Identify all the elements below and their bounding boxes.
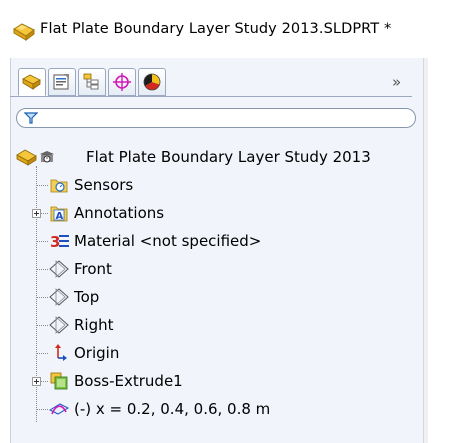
- manager-tabbar: »: [10, 67, 412, 103]
- tree-root-label: Flat Plate Boundary Layer Study 2013: [86, 148, 371, 166]
- tab-configuration-manager[interactable]: [78, 68, 106, 96]
- plane-icon: [49, 288, 69, 306]
- plane-icon: [49, 260, 69, 278]
- tree-item-boss-extrude[interactable]: Boss-Extrude1: [44, 370, 424, 392]
- tree-item-right-plane[interactable]: Right: [44, 314, 424, 336]
- dimxpert-icon: [113, 73, 131, 91]
- tree-item-label: (-) x = 0.2, 0.4, 0.6, 0.8 m: [74, 400, 271, 418]
- tab-property-manager[interactable]: [48, 68, 76, 96]
- history-icon: [40, 151, 54, 163]
- tree-item-top-plane[interactable]: Top: [44, 286, 424, 308]
- tab-display-manager[interactable]: [138, 68, 166, 96]
- svg-text:3: 3: [50, 233, 60, 250]
- property-manager-icon: [53, 74, 69, 90]
- tree-item-label: Front: [74, 260, 112, 278]
- tree-item-sketch[interactable]: (-) x = 0.2, 0.4, 0.6, 0.8 m: [44, 398, 424, 420]
- tree-item-label: Origin: [74, 344, 120, 362]
- tab-feature-manager[interactable]: [18, 68, 46, 96]
- configuration-manager-icon: [83, 73, 99, 90]
- tree-item-label: Annotations: [74, 204, 165, 222]
- tree-item-origin[interactable]: Origin: [44, 342, 424, 364]
- tree-item-label: Material <not specified>: [74, 232, 262, 250]
- tab-baseline: [10, 96, 412, 97]
- feature-manager-icon: [22, 74, 41, 90]
- plane-icon: [49, 316, 69, 334]
- sketch-icon: [48, 403, 70, 415]
- display-manager-icon: [143, 73, 161, 91]
- material-icon: 3: [50, 233, 69, 250]
- tree-item-sensors[interactable]: Sensors: [44, 174, 424, 196]
- feature-filter-input[interactable]: [16, 108, 416, 128]
- tab-dimxpert-manager[interactable]: [108, 68, 136, 96]
- tree-item-label: Sensors: [74, 176, 134, 194]
- part-document-icon: [12, 21, 36, 41]
- sensors-icon: [50, 179, 68, 193]
- tree-item-label: Boss-Extrude1: [74, 372, 183, 390]
- expand-toggle[interactable]: [32, 377, 41, 386]
- boss-extrude-icon: [50, 372, 68, 390]
- tabs-overflow-chevron[interactable]: »: [392, 73, 401, 91]
- tree-item-front-plane[interactable]: Front: [44, 258, 424, 280]
- svg-text:A: A: [56, 211, 64, 222]
- origin-icon: [55, 344, 67, 361]
- tree-item-label: Right: [74, 316, 114, 334]
- part-icon: [16, 149, 37, 166]
- annotations-icon: A: [50, 206, 68, 222]
- funnel-icon: [24, 112, 38, 124]
- tree-item-annotations[interactable]: A Annotations: [44, 202, 424, 224]
- tree-item-label: Top: [74, 288, 100, 306]
- title-bar: Flat Plate Boundary Layer Study 2013.SLD…: [0, 0, 470, 58]
- tree-root-item[interactable]: Flat Plate Boundary Layer Study 2013: [14, 146, 424, 168]
- expand-toggle[interactable]: [32, 209, 41, 218]
- window-title: Flat Plate Boundary Layer Study 2013.SLD…: [40, 21, 392, 37]
- tree-item-material[interactable]: 3 Material <not specified>: [44, 230, 424, 252]
